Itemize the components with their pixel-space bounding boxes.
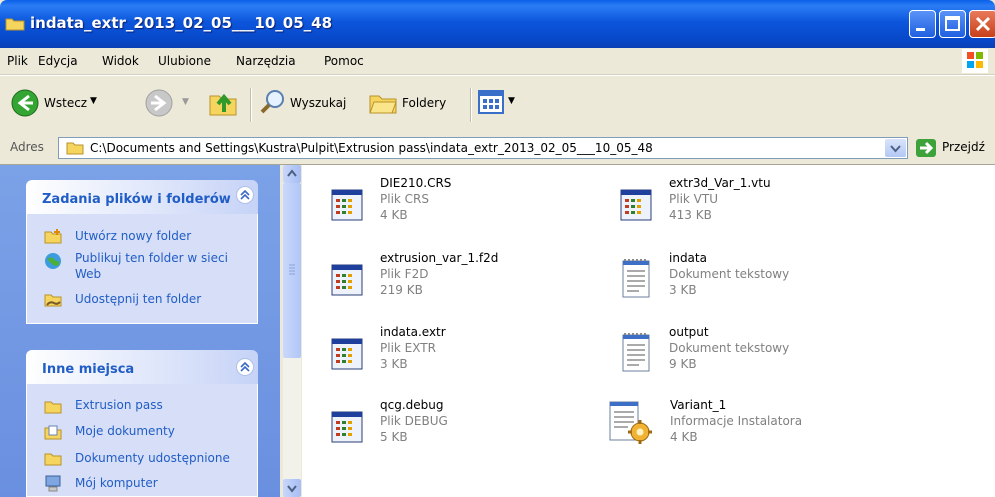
- folder-icon: [44, 398, 62, 414]
- task-publish-web-cont[interactable]: Web: [75, 267, 101, 281]
- menu-file[interactable]: Plik: [7, 54, 28, 68]
- publish-web-icon: [44, 252, 62, 269]
- collapse-icon[interactable]: [236, 358, 254, 376]
- chevron-down-icon[interactable]: ▼: [182, 97, 189, 107]
- views-button[interactable]: ▼: [478, 90, 524, 118]
- file-type: Plik F2D: [380, 267, 429, 281]
- forward-button[interactable]: ▼: [144, 88, 194, 120]
- notepad-icon: [619, 331, 657, 375]
- task-share-folder[interactable]: Udostępnij ten folder: [75, 292, 201, 306]
- folders-label: Foldery: [402, 96, 447, 110]
- file-size: 5 KB: [380, 430, 408, 444]
- chevron-down-icon[interactable]: ▼: [508, 96, 515, 106]
- file-type: Dokument tekstowy: [669, 341, 790, 355]
- scroll-thumb[interactable]: [283, 183, 301, 358]
- search-label: Wyszukaj: [290, 96, 347, 110]
- file-size: 9 KB: [669, 357, 697, 371]
- places-panel-title: Inne miejsca: [42, 362, 135, 377]
- file-type: Dokument tekstowy: [669, 267, 790, 281]
- documents-folder-icon: [44, 424, 62, 440]
- file-item[interactable]: extr3d_Var_1.vtu Plik VTU 413 KB: [619, 176, 889, 236]
- setup-info-icon: [606, 398, 656, 448]
- shared-folder-icon: [44, 450, 62, 466]
- file-name: DIE210.CRS: [380, 176, 452, 190]
- go-button[interactable]: [916, 139, 936, 157]
- file-type: Plik EXTR: [380, 341, 436, 355]
- menu-help[interactable]: Pomoc: [324, 54, 364, 68]
- collapse-icon[interactable]: [236, 186, 254, 204]
- file-size: 3 KB: [669, 283, 697, 297]
- address-label: Adres: [10, 140, 44, 154]
- file-item[interactable]: qcg.debug Plik DEBUG 5 KB: [330, 398, 600, 458]
- file-name: indata: [669, 251, 707, 265]
- file-size: 3 KB: [380, 357, 408, 371]
- folder-icon: [66, 140, 84, 155]
- file-type: Plik CRS: [380, 192, 430, 206]
- folder-icon: [5, 16, 25, 31]
- file-type: Informacje Instalatora: [670, 414, 803, 428]
- close-button[interactable]: [969, 10, 995, 38]
- new-folder-icon: [44, 228, 62, 244]
- file-item[interactable]: indata Dokument tekstowy 3 KB: [619, 251, 889, 311]
- file-name: qcg.debug: [380, 398, 444, 412]
- place-my-computer[interactable]: Mój komputer: [75, 476, 158, 490]
- file-item[interactable]: output Dokument tekstowy 9 KB: [619, 325, 889, 385]
- file-item[interactable]: extrusion_var_1.f2d Plik F2D 219 KB: [330, 251, 600, 311]
- scroll-down-button[interactable]: [283, 479, 301, 497]
- file-size: 219 KB: [380, 283, 423, 297]
- file-name: extrusion_var_1.f2d: [380, 251, 499, 265]
- file-item[interactable]: Variant_1 Informacje Instalatora 4 KB: [606, 398, 876, 458]
- menu-favorites[interactable]: Ulubione: [158, 54, 211, 68]
- file-item[interactable]: DIE210.CRS Plik CRS 4 KB: [330, 176, 600, 236]
- place-my-documents[interactable]: Moje dokumenty: [75, 424, 175, 438]
- file-size: 4 KB: [380, 208, 408, 222]
- file-size: 4 KB: [670, 430, 698, 444]
- tasks-panel-title: Zadania plików i folderów: [42, 192, 231, 207]
- up-folder-button[interactable]: [208, 86, 240, 120]
- address-dropdown-button[interactable]: [885, 139, 906, 157]
- window-title: indata_extr_2013_02_05___10_05_48: [30, 14, 333, 32]
- task-new-folder[interactable]: Utwórz nowy folder: [75, 229, 191, 243]
- file-size: 413 KB: [669, 208, 712, 222]
- notepad-icon: [619, 257, 657, 301]
- toolbar: Wstecz ▼ ▼ Wyszukaj Foldery ▼: [0, 75, 995, 133]
- maximize-button[interactable]: [939, 10, 966, 38]
- back-label: Wstecz: [44, 96, 88, 110]
- app-window-icon: [330, 182, 368, 226]
- go-label[interactable]: Przejdź: [942, 140, 985, 154]
- chevron-down-icon[interactable]: ▼: [90, 96, 97, 106]
- windows-logo-icon: [962, 49, 988, 73]
- file-name: extr3d_Var_1.vtu: [669, 176, 771, 190]
- place-shared-documents[interactable]: Dokumenty udostępnione: [75, 451, 230, 465]
- computer-icon: [44, 475, 62, 492]
- back-button[interactable]: Wstecz ▼: [8, 88, 98, 120]
- file-type: Plik VTU: [669, 192, 718, 206]
- place-extrusion-pass[interactable]: Extrusion pass: [75, 398, 163, 412]
- folders-button[interactable]: Foldery: [368, 88, 464, 120]
- app-window-icon: [330, 404, 368, 448]
- menu-edit[interactable]: Edycja: [38, 54, 78, 68]
- file-name: output: [669, 325, 709, 339]
- file-name: indata.extr: [380, 325, 446, 339]
- search-button[interactable]: Wyszukaj: [258, 88, 358, 120]
- menu-bar: Plik Edycja Widok Ulubione Narzędzia Pom…: [0, 48, 995, 75]
- app-window-icon: [330, 331, 368, 375]
- file-item[interactable]: indata.extr Plik EXTR 3 KB: [330, 325, 600, 385]
- share-folder-icon: [44, 291, 62, 307]
- file-name: Variant_1: [670, 398, 727, 412]
- app-window-icon: [619, 182, 657, 226]
- menu-tools[interactable]: Narzędzia: [236, 54, 296, 68]
- menu-view[interactable]: Widok: [102, 54, 139, 68]
- minimize-button[interactable]: [909, 10, 936, 38]
- address-path: C:\Documents and Settings\Kustra\Pulpit\…: [90, 141, 653, 155]
- app-window-icon: [330, 257, 368, 301]
- file-type: Plik DEBUG: [380, 414, 448, 428]
- scroll-up-button[interactable]: [283, 165, 301, 183]
- task-publish-web[interactable]: Publikuj ten folder w sieci: [75, 251, 228, 265]
